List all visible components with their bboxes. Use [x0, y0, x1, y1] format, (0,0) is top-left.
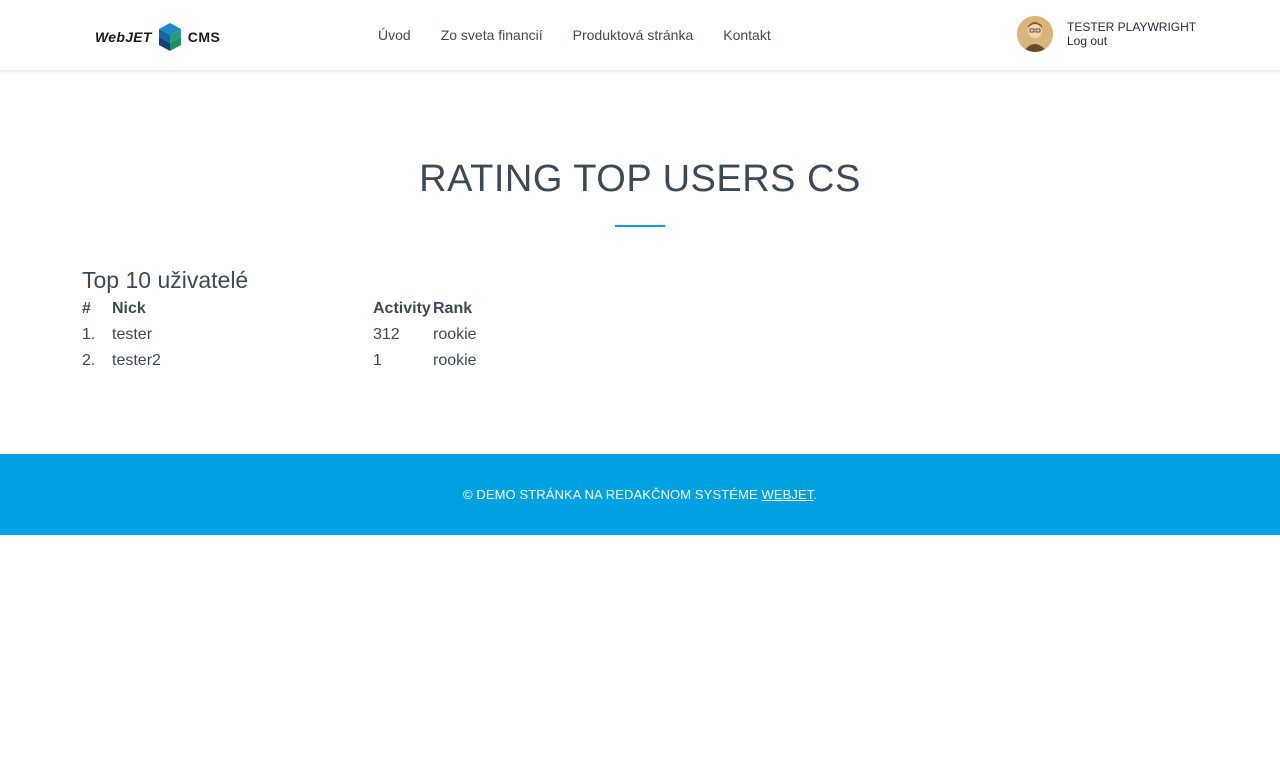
- logo-wordmark: WebJET: [95, 29, 152, 45]
- page-title: RATING TOP USERS CS: [419, 158, 861, 200]
- row-rank: rookie: [433, 352, 477, 369]
- column-header-number: #: [82, 300, 91, 317]
- table-header-row: # Nick Activity Rank: [82, 296, 493, 322]
- row-activity: 1: [373, 352, 382, 369]
- logo-cms-text: CMS: [187, 29, 221, 45]
- site-logo[interactable]: WebJET CMS: [95, 22, 220, 52]
- row-rank: rookie: [433, 326, 477, 343]
- footer-copyright: © DEMO STRÁNKA NA REDAKČNOM SYSTÉME: [462, 487, 762, 502]
- footer-suffix: .: [813, 487, 818, 502]
- column-header-activity: Activity: [373, 300, 431, 317]
- main-nav: Úvod Zo sveta financií Produktová stránk…: [378, 26, 801, 44]
- top-users-table: # Nick Activity Rank 1. tester 312 rooki…: [82, 296, 493, 374]
- user-panel: TESTER PLAYWRIGHT Log out: [1017, 16, 1196, 52]
- section-title: Top 10 uživatelé: [82, 267, 249, 293]
- row-number: 2.: [82, 352, 96, 369]
- column-header-rank: Rank: [433, 300, 473, 317]
- site-footer: © DEMO STRÁNKA NA REDAKČNOM SYSTÉME WEBJ…: [0, 454, 1280, 535]
- row-number: 1.: [82, 326, 96, 343]
- nav-item-kontakt[interactable]: Kontakt: [723, 26, 770, 44]
- column-header-nick: Nick: [112, 300, 146, 317]
- table-row: 2. tester2 1 rookie: [82, 348, 493, 374]
- user-info: TESTER PLAYWRIGHT Log out: [1067, 20, 1196, 48]
- row-nick: tester: [112, 326, 153, 343]
- nav-item-zo-sveta-financii[interactable]: Zo sveta financií: [441, 26, 543, 44]
- nav-item-produktova-stranka[interactable]: Produktová stránka: [573, 26, 694, 44]
- user-name: TESTER PLAYWRIGHT: [1067, 20, 1197, 34]
- cube-logo-icon: [158, 22, 182, 52]
- title-divider: [615, 225, 665, 227]
- footer-webjet-link[interactable]: WEBJET: [761, 487, 813, 502]
- nav-item-uvod[interactable]: Úvod: [378, 26, 411, 44]
- site-header: WebJET CMS Úvod Zo sveta financií Produk…: [0, 0, 1280, 70]
- user-avatar-icon[interactable]: [1017, 16, 1053, 52]
- table-row: 1. tester 312 rookie: [82, 322, 493, 348]
- logout-link[interactable]: Log out: [1067, 34, 1196, 48]
- footer-text: © DEMO STRÁNKA NA REDAKČNOM SYSTÉME WEBJ…: [463, 487, 817, 502]
- row-activity: 312: [373, 326, 400, 343]
- row-nick: tester2: [112, 352, 161, 369]
